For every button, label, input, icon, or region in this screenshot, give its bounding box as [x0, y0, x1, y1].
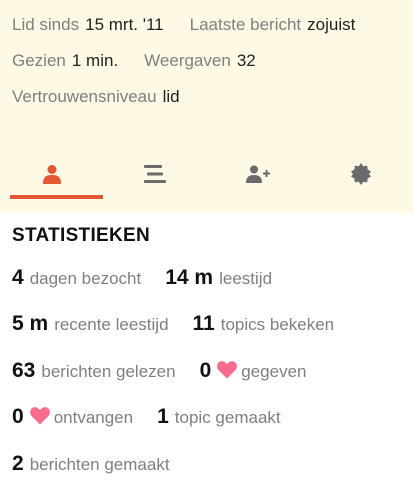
- days-visited-value: 4: [12, 266, 24, 289]
- stats-title: STATISTIEKEN: [12, 225, 151, 246]
- last-post-value: zojuist: [307, 15, 356, 34]
- stats-row-3: 63 berichten gelezen 0 gegeven: [12, 359, 331, 383]
- tab-badges[interactable]: [310, 149, 413, 199]
- meta-row-2: Gezien 1 min. Weergaven 32: [12, 51, 256, 71]
- member-since-value: 15 mrt. '11: [85, 15, 164, 34]
- topics-created-value: 1: [157, 405, 169, 428]
- stats-row-4: 0 ontvangen 1 topic gemaakt: [12, 405, 305, 429]
- meta-row-3: Vertrouwensniveau lid: [12, 87, 180, 107]
- stat-recent-read-time: 5 m recente leestijd: [12, 312, 169, 336]
- stat-likes-given: 0 gegeven: [200, 359, 307, 383]
- posts-created-label: berichten gemaakt: [29, 455, 170, 474]
- stat-read-time: 14 m leestijd: [165, 266, 272, 290]
- stats-row-5: 2 berichten gemaakt: [12, 452, 194, 476]
- badge-icon: [351, 163, 372, 185]
- topics-viewed-label: topics bekeken: [220, 315, 335, 334]
- stat-topics-viewed: 11 topics bekeken: [193, 312, 335, 336]
- days-visited-label: dagen bezocht: [29, 269, 142, 288]
- meta-row-1: Lid sinds 15 mrt. '11 Laatste bericht zojui…: [12, 15, 355, 35]
- profile-info-panel: Lid sinds 15 mrt. '11 Laatste bericht zojui…: [0, 0, 413, 213]
- trust-level-value: lid: [162, 87, 180, 106]
- views-label: Weergaven: [144, 51, 231, 70]
- stat-likes-received: 0 ontvangen: [12, 405, 133, 429]
- views-value: 32: [236, 51, 256, 70]
- seen-value: 1 min.: [71, 51, 119, 70]
- trust-level-label: Vertrouwensniveau: [12, 87, 157, 106]
- seen-label: Gezien: [12, 51, 66, 70]
- list-icon: [143, 165, 166, 183]
- likes-received-label: ontvangen: [53, 408, 134, 427]
- stat-posts-created: 2 berichten gemaakt: [12, 452, 170, 476]
- tab-summary[interactable]: [0, 149, 104, 199]
- heart-icon: [217, 361, 238, 379]
- likes-given-label: gegeven: [241, 362, 307, 381]
- read-time-value: 14 m: [165, 266, 214, 289]
- posts-read-value: 63: [12, 359, 36, 382]
- stats-row-1: 4 dagen bezocht 14 m leestijd: [12, 266, 296, 290]
- posts-read-label: berichten gelezen: [41, 362, 176, 381]
- stat-days-visited: 4 dagen bezocht: [12, 266, 141, 290]
- recent-read-time-value: 5 m: [12, 312, 49, 335]
- topics-created-label: topic gemaakt: [174, 408, 281, 427]
- recent-read-time-label: recente leestijd: [54, 315, 169, 334]
- last-post-label: Laatste bericht: [189, 15, 302, 34]
- topics-viewed-value: 11: [192, 312, 215, 335]
- stat-posts-read: 63 berichten gelezen: [12, 359, 176, 383]
- posts-created-value: 2: [12, 452, 24, 475]
- likes-given-value: 0: [199, 359, 212, 382]
- stats-row-2: 5 m recente leestijd 11 topics bekeken: [12, 312, 358, 336]
- likes-received-value: 0: [12, 405, 24, 428]
- tab-activity[interactable]: [103, 149, 206, 199]
- heart-icon: [29, 407, 50, 425]
- stat-topics-created: 1 topic gemaakt: [157, 405, 281, 429]
- profile-tabs: [0, 149, 413, 199]
- read-time-label: leestijd: [219, 269, 273, 288]
- user-icon: [42, 165, 61, 184]
- tab-invites[interactable]: [207, 149, 310, 199]
- user-plus-icon: [246, 165, 271, 183]
- member-since-label: Lid sinds: [12, 15, 80, 34]
